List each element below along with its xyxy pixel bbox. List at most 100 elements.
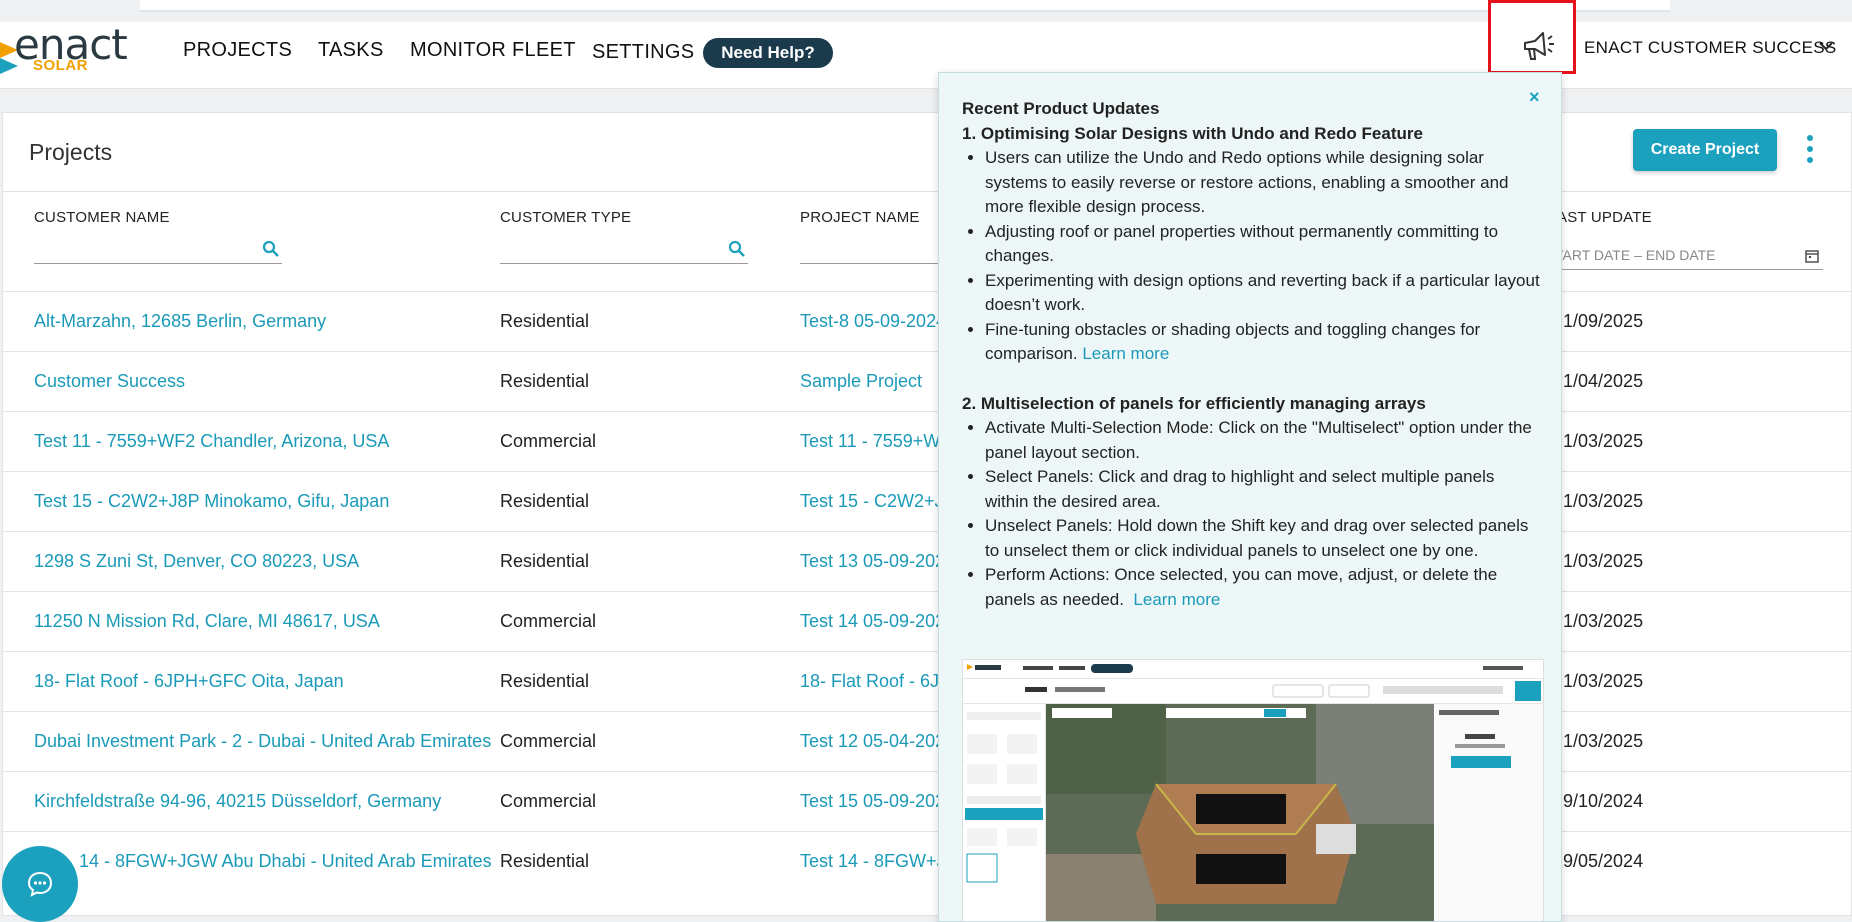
customer-type-cell: Residential — [500, 371, 590, 391]
account-name[interactable]: ENACT CUSTOMER SUCCESS — [1584, 38, 1837, 58]
customer-type-cell: Commercial — [500, 731, 597, 751]
list-item: Perform Actions: Once selected, you can … — [985, 563, 1542, 612]
last-update-cell: 1/03/2025 — [1563, 491, 1644, 511]
last-update-cell: 1/04/2025 — [1563, 371, 1644, 391]
last-update-cell: 1/03/2025 — [1563, 551, 1644, 571]
list-item: Unselect Panels: Hold down the Shift key… — [985, 514, 1542, 563]
screenshot-sidebar — [963, 704, 1046, 921]
customer-type-cell: Residential — [500, 671, 590, 691]
project-name-cell[interactable]: Test 13 05-09-202 — [800, 551, 945, 572]
nav-settings[interactable]: SETTINGS — [592, 41, 694, 64]
project-name-cell[interactable]: Test 14 05-09-202 — [800, 611, 945, 632]
list-item: Users can utilize the Undo and Redo opti… — [985, 146, 1542, 220]
customer-name-cell[interactable]: Dubai Investment Park - 2 - Dubai - Unit… — [34, 731, 491, 752]
column-customer-name[interactable]: CUSTOMER NAME — [34, 209, 170, 226]
chat-icon — [27, 871, 53, 897]
project-name-cell[interactable]: Test 12 05-04-202 — [800, 731, 945, 752]
column-last-update[interactable]: AST UPDATE — [1557, 209, 1652, 226]
customer-type-cell: Commercial — [500, 791, 597, 811]
customer-name-cell[interactable]: Test 11 - 7559+WF2 Chandler, Arizona, US… — [34, 431, 389, 452]
popup-content: Recent Product Updates 1. Optimising Sol… — [962, 97, 1542, 612]
date-range-filter[interactable]: TART DATE – END DATE — [1555, 247, 1716, 263]
screenshot-topbar — [963, 660, 1543, 679]
project-name-cell[interactable]: 18- Flat Roof - 6J — [800, 671, 939, 692]
project-name-filter[interactable] — [800, 237, 940, 264]
list-item: Activate Multi-Selection Mode: Click on … — [985, 416, 1542, 465]
learn-more-link[interactable]: Learn more — [1082, 344, 1169, 363]
table-row[interactable]: 14 - 8FGW+JGW Abu Dhabi - United Arab Em… — [3, 831, 1851, 892]
project-name-cell[interactable]: Sample Project — [800, 371, 922, 392]
customer-name-cell[interactable]: 14 - 8FGW+JGW Abu Dhabi - United Arab Em… — [79, 851, 492, 872]
list-item-text: Fine-tuning obstacles or shading objects… — [985, 319, 1481, 364]
projects-card: Projects Create Project CUSTOMER NAME CU… — [2, 112, 1852, 916]
table-row[interactable]: Test 15 - C2W2+J8P Minokamo, Gifu, Japan… — [3, 471, 1851, 532]
table-row[interactable]: Test 11 - 7559+WF2 Chandler, Arizona, US… — [3, 411, 1851, 472]
customer-type-cell: Commercial — [500, 431, 597, 451]
product-updates-popup: × Recent Product Updates 1. Optimising S… — [938, 72, 1562, 922]
screenshot-rightpanel — [1435, 704, 1543, 921]
list-item-text: Perform Actions: Once selected, you can … — [985, 565, 1498, 609]
section2-list: Activate Multi-Selection Mode: Click on … — [962, 416, 1542, 612]
announcements-button[interactable] — [1488, 0, 1576, 74]
column-project-name[interactable]: PROJECT NAME — [800, 209, 920, 226]
list-item: Adjusting roof or panel properties witho… — [985, 220, 1542, 269]
nav-projects[interactable]: PROJECTS — [183, 39, 292, 62]
customer-name-filter[interactable] — [34, 237, 282, 264]
divider — [3, 191, 1851, 192]
list-item: Experimenting with design options and re… — [985, 269, 1542, 318]
screenshot-map — [1046, 704, 1434, 921]
last-update-cell: 1/03/2025 — [1563, 431, 1644, 451]
search-icon[interactable] — [728, 240, 746, 258]
chevron-down-icon[interactable] — [1818, 40, 1834, 52]
calendar-icon[interactable] — [1805, 249, 1819, 263]
nav-monitor-fleet[interactable]: MONITOR FLEET — [410, 39, 576, 62]
customer-type-cell: Commercial — [500, 611, 597, 631]
more-options-icon[interactable] — [1803, 135, 1817, 169]
column-customer-type[interactable]: CUSTOMER TYPE — [500, 209, 631, 226]
project-name-cell[interactable]: Test 15 - C2W2+J — [800, 491, 944, 512]
table-row[interactable]: Customer Success Residential Sample Proj… — [3, 351, 1851, 412]
list-item: Fine-tuning obstacles or shading objects… — [985, 318, 1542, 367]
customer-name-cell[interactable]: Test 15 - C2W2+J8P Minokamo, Gifu, Japan — [34, 491, 389, 512]
last-update-cell: 1/09/2025 — [1563, 311, 1644, 331]
project-name-cell[interactable]: Test-8 05-09-2024 — [800, 311, 946, 332]
customer-name-cell[interactable]: 18- Flat Roof - 6JPH+GFC Oita, Japan — [34, 671, 344, 692]
create-project-button[interactable]: Create Project — [1633, 129, 1777, 171]
customer-type-cell: Residential — [500, 551, 590, 571]
nav-tasks[interactable]: TASKS — [318, 39, 384, 62]
brand-sub: SOLAR — [33, 57, 88, 74]
megaphone-icon — [1524, 32, 1554, 60]
customer-name-cell[interactable]: 1298 S Zuni St, Denver, CO 80223, USA — [34, 551, 359, 572]
popup-heading: Recent Product Updates — [962, 99, 1160, 118]
learn-more-link[interactable]: Learn more — [1133, 590, 1220, 609]
table-row[interactable]: 11250 N Mission Rd, Clare, MI 48617, USA… — [3, 591, 1851, 652]
last-update-cell: 1/03/2025 — [1563, 671, 1644, 691]
project-name-cell[interactable]: Test 11 - 7559+W — [800, 431, 940, 452]
customer-name-cell[interactable]: Alt-Marzahn, 12685 Berlin, Germany — [34, 311, 326, 332]
customer-name-cell[interactable]: Customer Success — [34, 371, 185, 392]
customer-type-cell: Residential — [500, 851, 590, 871]
table-row[interactable]: Alt-Marzahn, 12685 Berlin, Germany Resid… — [3, 291, 1851, 352]
list-item: Select Panels: Click and drag to highlig… — [985, 465, 1542, 514]
table-row[interactable]: 1298 S Zuni St, Denver, CO 80223, USA Re… — [3, 531, 1851, 592]
enact-logo[interactable]: enact SOLAR — [0, 20, 150, 88]
project-name-cell[interactable]: Test 14 - 8FGW+J — [800, 851, 946, 872]
table-row[interactable]: 18- Flat Roof - 6JPH+GFC Oita, Japan Res… — [3, 651, 1851, 712]
customer-type-cell: Residential — [500, 311, 590, 331]
last-update-cell: 9/05/2024 — [1563, 851, 1644, 871]
chat-button[interactable] — [2, 846, 78, 922]
table-row[interactable]: Kirchfeldstraße 94-96, 40215 Düsseldorf,… — [3, 771, 1851, 832]
customer-type-filter[interactable] — [500, 237, 748, 264]
need-help-button[interactable]: Need Help? — [703, 38, 833, 68]
customer-name-cell[interactable]: Kirchfeldstraße 94-96, 40215 Düsseldorf,… — [34, 791, 441, 812]
feature-screenshot — [962, 659, 1544, 921]
table-row[interactable]: Dubai Investment Park - 2 - Dubai - Unit… — [3, 711, 1851, 772]
screenshot-toolbar — [963, 679, 1543, 704]
last-update-cell: 1/03/2025 — [1563, 611, 1644, 631]
last-update-cell: 1/03/2025 — [1563, 731, 1644, 751]
section1-list: Users can utilize the Undo and Redo opti… — [962, 146, 1542, 367]
project-name-cell[interactable]: Test 15 05-09-202 — [800, 791, 945, 812]
search-icon[interactable] — [262, 240, 280, 258]
customer-name-cell[interactable]: 11250 N Mission Rd, Clare, MI 48617, USA — [34, 611, 380, 632]
section2-title: 2. Multiselection of panels for efficien… — [962, 393, 1426, 413]
